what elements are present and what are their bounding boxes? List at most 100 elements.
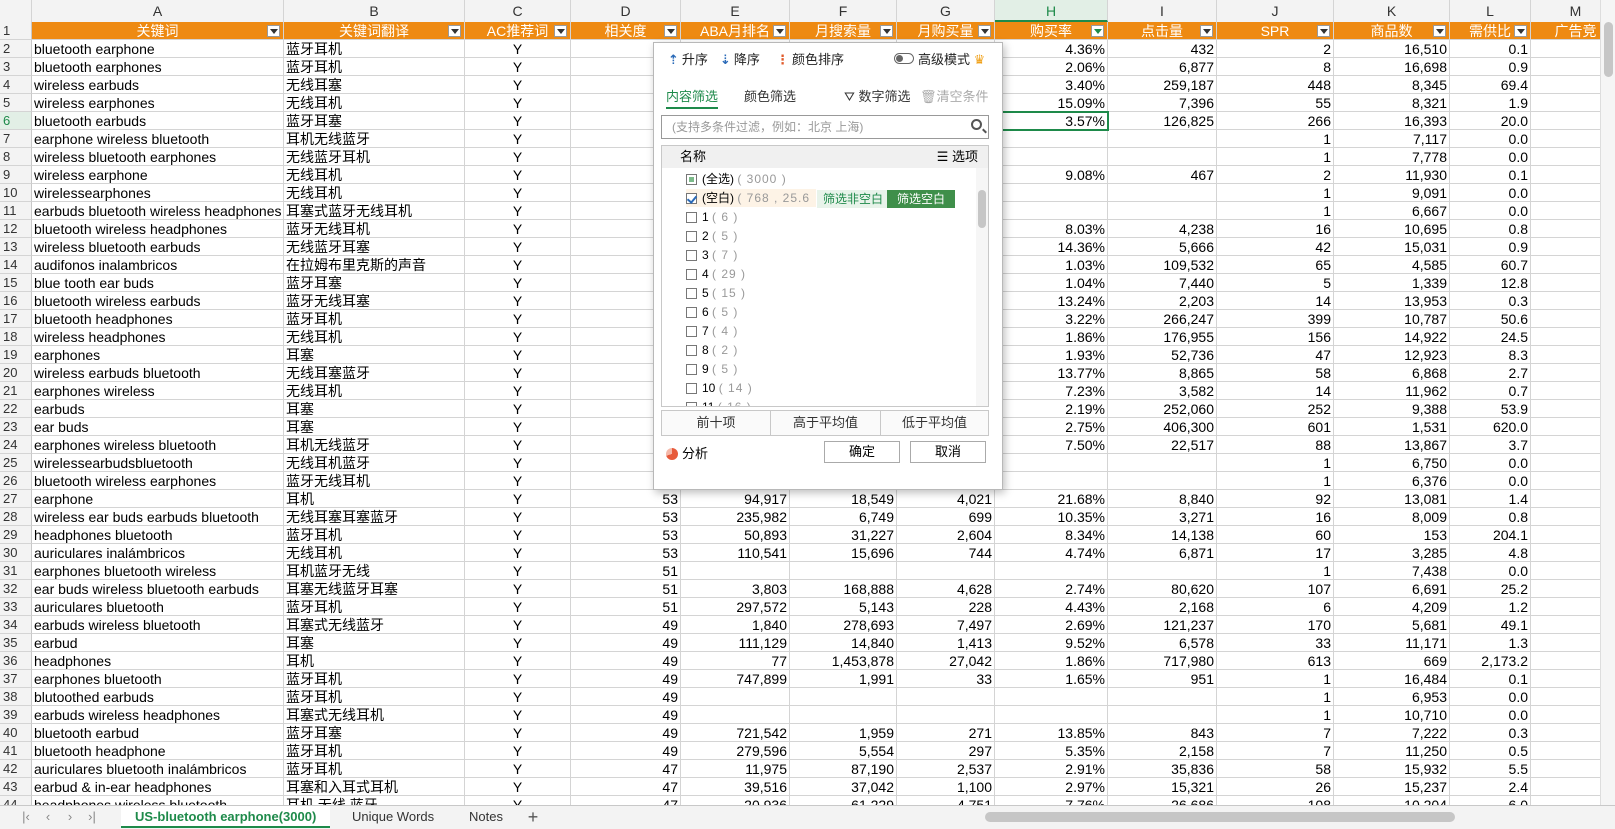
cell-c[interactable]: Y [465,508,571,526]
cell-i[interactable]: 6,877 [1108,58,1217,76]
cell-a[interactable]: wireless ear buds earbuds bluetooth [32,508,284,526]
cell-c[interactable]: Y [465,436,571,454]
cell-l[interactable]: 0.0 [1450,202,1531,220]
cell-j[interactable]: 47 [1217,346,1334,364]
row-number[interactable]: 18 [0,328,32,346]
cell-j[interactable]: 399 [1217,310,1334,328]
options-button[interactable]: ☰ 选项 [937,146,978,168]
cell-k[interactable]: 11,250 [1334,742,1450,760]
cell-a[interactable]: bluetooth earphone [32,40,284,58]
column-header-g[interactable]: 月购买量 [897,22,995,40]
cell-l[interactable]: 0.7 [1450,382,1531,400]
cell-b[interactable]: 蓝牙无线耳机 [284,472,465,490]
cell-g[interactable]: 297 [897,742,995,760]
cell-h[interactable]: 4.36% [995,40,1108,58]
cell-i[interactable]: 7,396 [1108,94,1217,112]
cell-m[interactable] [1531,706,1600,724]
cell-j[interactable]: 60 [1217,526,1334,544]
cell-h[interactable]: 2.97% [995,778,1108,796]
row-number[interactable]: 16 [0,292,32,310]
cell-m[interactable] [1531,274,1600,292]
cell-j[interactable]: 14 [1217,292,1334,310]
cell-e[interactable]: 747,899 [681,670,790,688]
vertical-scrollbar[interactable] [1600,0,1615,805]
cell-i[interactable]: 3,582 [1108,382,1217,400]
cell-c[interactable]: Y [465,58,571,76]
cell-a[interactable]: headphones [32,652,284,670]
cell-m[interactable] [1531,256,1600,274]
cell-l[interactable]: 1.2 [1450,598,1531,616]
first-sheet-icon[interactable]: |‹ [16,809,36,825]
cell-m[interactable] [1531,778,1600,796]
cell-l[interactable]: 1.3 [1450,634,1531,652]
cell-c[interactable]: Y [465,400,571,418]
cell-h[interactable]: 1.86% [995,652,1108,670]
cell-b[interactable]: 蓝牙耳机 [284,688,465,706]
cell-e[interactable]: 297,572 [681,598,790,616]
checkbox[interactable] [686,383,697,394]
filter-list-item[interactable]: 6 ( 5 ) [686,303,738,321]
cell-i[interactable] [1108,706,1217,724]
last-sheet-icon[interactable]: ›| [82,809,102,825]
cell-g[interactable]: 2,537 [897,760,995,778]
cell-c[interactable]: Y [465,238,571,256]
cell-f[interactable]: 37,042 [790,778,897,796]
cell-i[interactable] [1108,562,1217,580]
cell-a[interactable]: earphones [32,346,284,364]
cell-a[interactable]: earbud [32,634,284,652]
filter-list-item[interactable]: (空白) ( 768 , 25.6 [686,189,816,207]
cell-b[interactable]: 蓝牙耳机 [284,742,465,760]
cell-j[interactable]: 58 [1217,364,1334,382]
cell-k[interactable]: 4,585 [1334,256,1450,274]
sheet-tab[interactable]: US-bluetooth earphone(3000) [121,806,331,828]
cell-c[interactable]: Y [465,76,571,94]
cell-k[interactable]: 4,209 [1334,598,1450,616]
cell-b[interactable]: 蓝牙耳塞 [284,724,465,742]
cell-b[interactable]: 蓝牙耳机 [284,58,465,76]
cell-i[interactable] [1108,148,1217,166]
cell-c[interactable]: Y [465,778,571,796]
cell-c[interactable]: Y [465,490,571,508]
cell-l[interactable]: 0.8 [1450,220,1531,238]
filter-list-item[interactable]: 4 ( 29 ) [686,265,746,283]
cell-g[interactable] [897,688,995,706]
cell-c[interactable]: Y [465,202,571,220]
cell-i[interactable] [1108,202,1217,220]
cell-g[interactable]: 228 [897,598,995,616]
cell-i[interactable]: 126,825 [1108,112,1217,130]
row-number[interactable]: 31 [0,562,32,580]
cell-b[interactable]: 蓝牙耳机 [284,670,465,688]
filter-dropdown-icon[interactable] [1091,25,1104,37]
sort-asc-button[interactable]: ⇡ 升序 [668,51,708,69]
row-number[interactable]: 38 [0,688,32,706]
cell-k[interactable]: 14,922 [1334,328,1450,346]
cell-b[interactable]: 蓝牙耳机 [284,526,465,544]
cell-k[interactable]: 11,962 [1334,382,1450,400]
cell-m[interactable] [1531,526,1600,544]
filter-list-item[interactable]: 10 ( 14 ) [686,379,753,397]
cell-d[interactable]: 47 [571,760,681,778]
cell-k[interactable]: 6,691 [1334,580,1450,598]
filter-list-item[interactable]: 7 ( 4 ) [686,322,738,340]
cell-h[interactable] [995,688,1108,706]
cell-h[interactable]: 2.91% [995,760,1108,778]
cell-m[interactable] [1531,598,1600,616]
cell-c[interactable]: Y [465,472,571,490]
cell-k[interactable]: 11,930 [1334,166,1450,184]
cell-i[interactable]: 3,271 [1108,508,1217,526]
cell-i[interactable]: 432 [1108,40,1217,58]
cell-e[interactable]: 11,975 [681,760,790,778]
cell-h[interactable]: 8.34% [995,526,1108,544]
cell-j[interactable]: 14 [1217,382,1334,400]
cell-j[interactable]: 1 [1217,472,1334,490]
cell-i[interactable] [1108,184,1217,202]
cell-i[interactable]: 6,871 [1108,544,1217,562]
checkbox[interactable] [686,250,697,261]
cell-b[interactable]: 耳机蓝牙无线 [284,562,465,580]
row-number[interactable]: 35 [0,634,32,652]
row-number[interactable]: 20 [0,364,32,382]
cell-b[interactable]: 无线耳塞耳塞蓝牙 [284,508,465,526]
row-number[interactable]: 9 [0,166,32,184]
cell-l[interactable]: 0.1 [1450,670,1531,688]
cell-j[interactable]: 1 [1217,670,1334,688]
